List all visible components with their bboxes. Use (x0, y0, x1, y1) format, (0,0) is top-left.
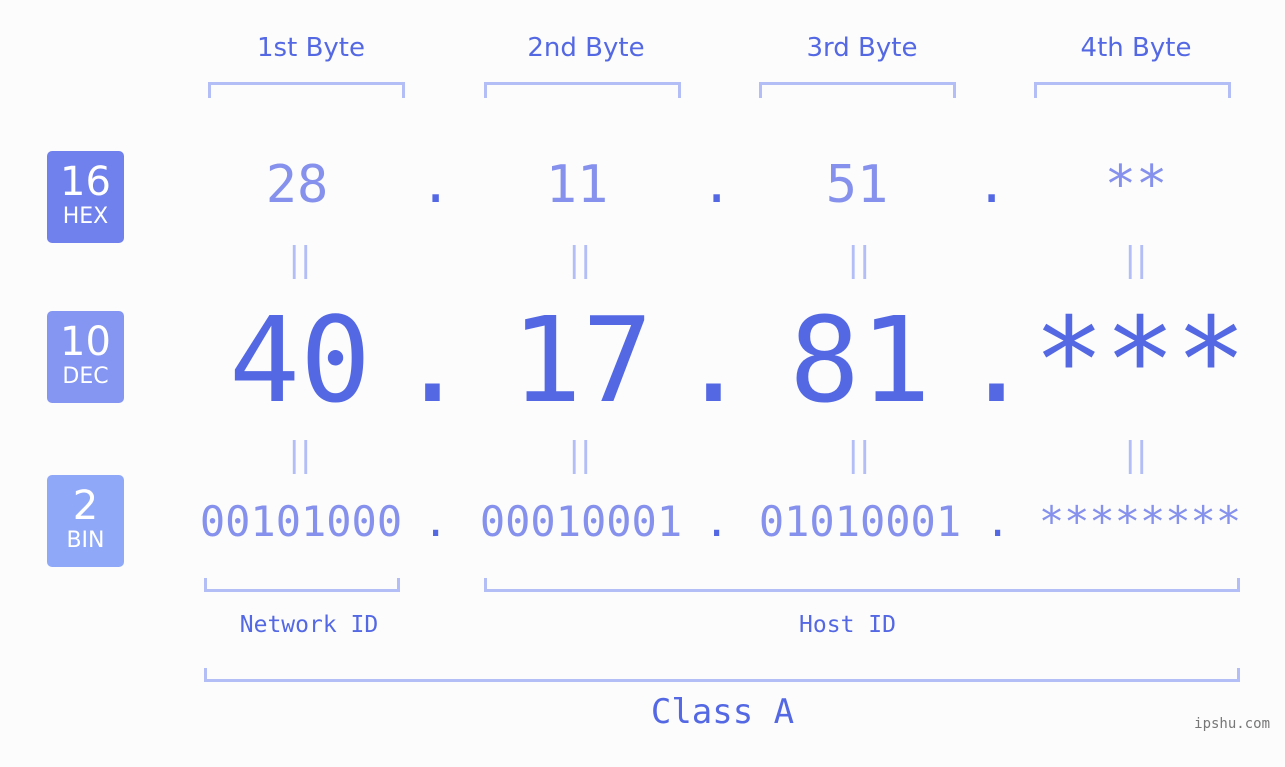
equals-sign: || (1124, 435, 1148, 475)
class-bracket (204, 668, 1240, 682)
byte-bracket-3 (759, 82, 956, 98)
network-id-label: Network ID (239, 612, 379, 638)
bin-value-1: 00101000 (199, 497, 403, 546)
hex-value-2: 11 (545, 155, 609, 215)
hex-value-4: ** (1104, 155, 1168, 215)
host-id-bracket (484, 578, 1240, 592)
bin-badge: 2 BIN (47, 475, 124, 567)
hex-value-1: 28 (265, 155, 329, 215)
dec-badge: 10 DEC (47, 311, 124, 403)
dec-value-4: *** (1033, 291, 1247, 429)
byte-header-2: 2nd Byte (527, 33, 645, 63)
equals-sign: || (1124, 240, 1148, 280)
bin-separator-1: . (423, 497, 449, 546)
bin-separator-3: . (985, 497, 1011, 546)
bin-base-label: BIN (66, 528, 105, 553)
byte-bracket-4 (1034, 82, 1231, 98)
bin-separator-2: . (704, 497, 730, 546)
dec-base-number: 10 (60, 319, 111, 365)
bin-base-number: 2 (72, 483, 99, 529)
network-id-bracket (204, 578, 400, 592)
equals-sign: || (288, 240, 312, 280)
byte-bracket-2 (484, 82, 681, 98)
hex-base-label: HEX (62, 204, 109, 229)
watermark: ipshu.com (1194, 716, 1270, 732)
host-id-label: Host ID (799, 612, 896, 638)
bin-value-2: 00010001 (479, 497, 683, 546)
class-label: Class A (650, 692, 795, 732)
hex-separator-1: . (420, 155, 452, 215)
dec-value-3: 81 (788, 291, 932, 429)
hex-badge: 16 HEX (47, 151, 124, 243)
hex-separator-2: . (701, 155, 733, 215)
dec-value-2: 17 (510, 291, 654, 429)
equals-sign: || (847, 435, 871, 475)
hex-value-3: 51 (825, 155, 889, 215)
byte-header-4: 4th Byte (1080, 33, 1192, 63)
bin-value-4: ******** (1038, 497, 1242, 546)
equals-sign: || (847, 240, 871, 280)
hex-base-number: 16 (60, 159, 111, 205)
byte-bracket-1 (208, 82, 405, 98)
byte-header-3: 3rd Byte (806, 33, 918, 63)
dec-value-1: 40 (228, 291, 372, 429)
equals-sign: || (288, 435, 312, 475)
equals-sign: || (568, 435, 592, 475)
hex-separator-3: . (976, 155, 1008, 215)
bin-value-3: 01010001 (758, 497, 962, 546)
equals-sign: || (568, 240, 592, 280)
dec-base-label: DEC (62, 364, 109, 389)
byte-header-1: 1st Byte (257, 33, 365, 63)
